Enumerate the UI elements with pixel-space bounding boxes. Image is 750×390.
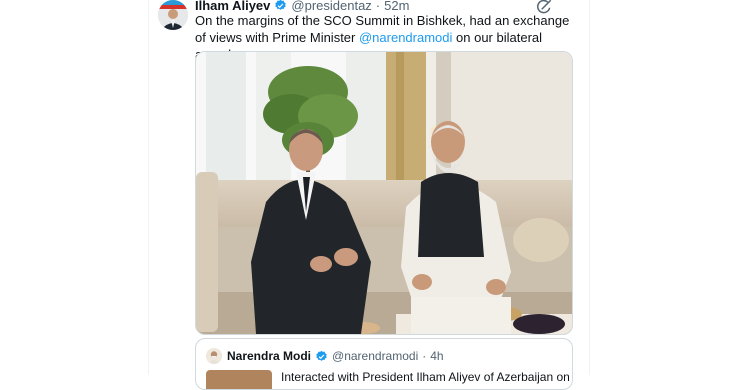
quoted-author-handle[interactable]: @narendramodi [332, 349, 418, 363]
quoted-tweet-text: Interacted with President Ilham Aliyev o… [281, 370, 570, 384]
author-name[interactable]: Ilham Aliyev [195, 0, 270, 13]
tweet-photo[interactable] [195, 51, 573, 335]
quoted-tweet-header: Narendra Modi @narendramodi · 4h [227, 349, 444, 363]
avatar-image [158, 0, 188, 30]
meeting-photo [196, 52, 572, 334]
quoted-author-name[interactable]: Narendra Modi [227, 349, 311, 363]
tweet[interactable]: Ilham Aliyev @presidentaz · 52m On the m… [148, 0, 590, 390]
mention-link[interactable]: @narendramodi [359, 30, 452, 45]
quoted-tweet-timestamp[interactable]: 4h [430, 349, 443, 363]
author-handle[interactable]: @presidentaz [291, 0, 371, 13]
verified-badge-icon [316, 350, 327, 361]
quoted-tweet-thumbnail[interactable] [206, 370, 272, 389]
verified-badge-icon [275, 0, 287, 10]
quoted-avatar-image [206, 348, 222, 364]
separator-dot: · [375, 0, 381, 13]
author-avatar[interactable] [158, 0, 188, 30]
quoted-author-avatar[interactable] [206, 348, 222, 364]
tweet-timestamp[interactable]: 52m [384, 0, 409, 13]
quoted-tweet[interactable]: Narendra Modi @narendramodi · 4h Interac… [195, 338, 573, 390]
quoted-separator-dot: · [422, 349, 427, 363]
